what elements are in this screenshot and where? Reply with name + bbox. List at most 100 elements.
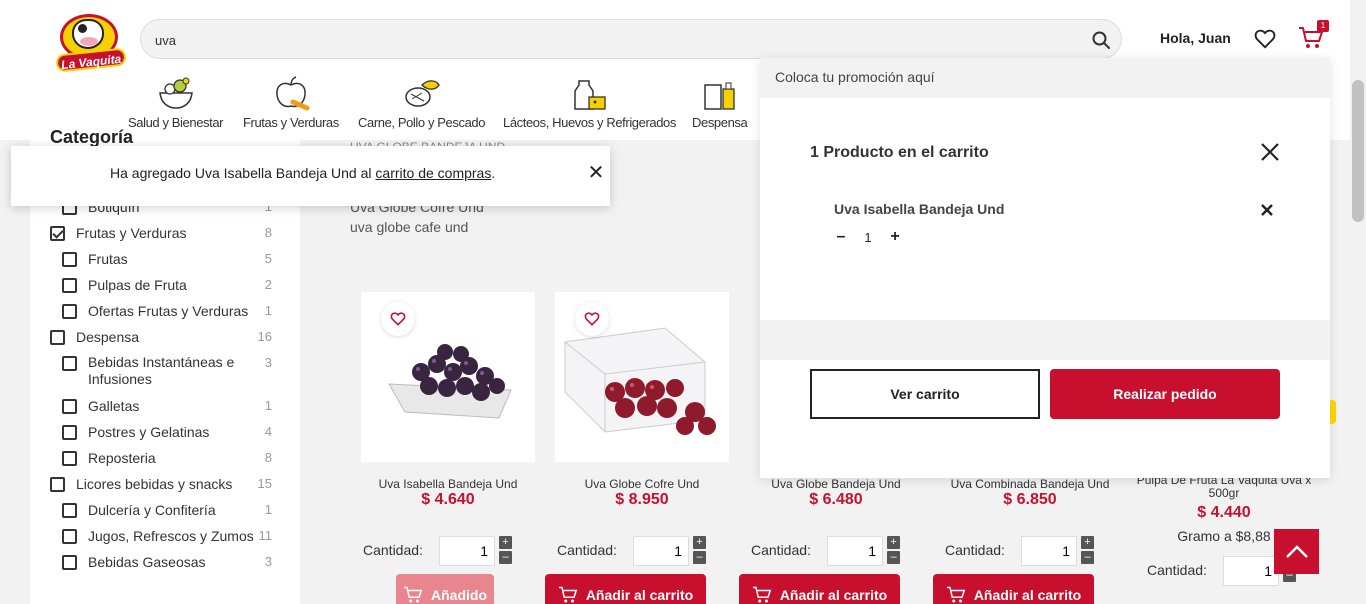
filter-row[interactable]: Galletas 1	[30, 397, 300, 419]
filter-checkbox[interactable]	[62, 425, 77, 440]
filter-checkbox[interactable]	[62, 252, 77, 267]
quantity-input[interactable]	[634, 537, 688, 565]
add-to-cart-button[interactable]: Añadir al carrito	[933, 574, 1094, 604]
filter-row[interactable]: Despensa 16	[30, 328, 300, 350]
cart-link[interactable]: carrito de compras	[375, 165, 491, 181]
view-cart-button[interactable]: Ver carrito	[810, 369, 1040, 419]
filter-checkbox[interactable]	[62, 529, 77, 544]
increment-button[interactable]: +	[887, 536, 900, 549]
filter-label[interactable]: Jugos, Refrescos y Zumos	[88, 527, 254, 545]
favorite-button[interactable]	[381, 302, 415, 336]
add-to-cart-button[interactable]: Añadir al carrito	[545, 574, 706, 604]
added-button[interactable]: Añadido	[396, 574, 494, 604]
toast-text-end: .	[491, 165, 496, 181]
product-name[interactable]: Uva Combinada Bandeja Und	[933, 478, 1127, 491]
quantity-field	[1021, 536, 1077, 566]
quantity-input[interactable]	[828, 537, 882, 565]
filter-label[interactable]: Frutas	[88, 250, 128, 268]
quantity-input[interactable]	[440, 537, 494, 565]
search-icon[interactable]	[1091, 30, 1111, 50]
filter-checkbox[interactable]	[62, 555, 77, 570]
category-meat[interactable]: Carne, Pollo y Pescado	[358, 75, 485, 130]
filter-label[interactable]: Ofertas Frutas y Verduras	[88, 302, 248, 320]
filter-checkbox[interactable]	[62, 451, 77, 466]
button-label: Añadir al carrito	[585, 587, 694, 603]
decrement-button[interactable]: –	[693, 551, 706, 564]
cart-icon	[946, 586, 966, 603]
filter-checkbox[interactable]	[62, 356, 77, 371]
filter-label[interactable]: Pulpas de Fruta	[88, 276, 187, 294]
search-input[interactable]	[155, 30, 1055, 50]
scroll-to-top-button[interactable]	[1274, 529, 1319, 574]
add-to-cart-button[interactable]: Añadir al carrito	[739, 574, 900, 604]
filter-label[interactable]: Bebidas Gaseosas	[88, 553, 206, 571]
product-image[interactable]	[361, 292, 535, 462]
filter-checkbox[interactable]	[62, 503, 77, 518]
product-name[interactable]: Uva Globe Cofre Und	[545, 478, 739, 491]
filter-row[interactable]: Licores bebidas y snacks 15	[30, 475, 300, 497]
increment-button[interactable]: +	[693, 536, 706, 549]
remove-item-icon[interactable]	[1259, 202, 1275, 218]
filter-row[interactable]: Frutas 5	[30, 250, 300, 272]
increment-button[interactable]: +	[888, 228, 902, 246]
filter-row[interactable]: Postres y Gelatinas 4	[30, 423, 300, 445]
filter-row[interactable]: Jugos, Refrescos y Zumos 11	[30, 527, 300, 549]
quantity-input[interactable]	[1022, 537, 1076, 565]
category-pantry[interactable]: Despensa	[692, 75, 748, 130]
filter-row[interactable]: Frutas y Verduras 8	[30, 224, 300, 246]
decrement-button[interactable]: –	[834, 228, 848, 246]
filter-count: 3	[264, 355, 272, 370]
close-icon[interactable]: ✕	[585, 162, 607, 184]
close-icon[interactable]	[1258, 140, 1282, 164]
product-image[interactable]	[555, 292, 729, 462]
filter-label[interactable]: Reposteria	[88, 449, 156, 467]
filter-checkbox[interactable]	[62, 278, 77, 293]
filter-label[interactable]: Licores bebidas y snacks	[76, 475, 232, 493]
toast-text: Ha agregado Uva Isabella Bandeja Und al	[110, 165, 376, 181]
decrement-button[interactable]: –	[887, 551, 900, 564]
filter-label[interactable]: Postres y Gelatinas	[88, 423, 209, 441]
product-name[interactable]: Uva Globe Bandeja Und	[739, 478, 933, 491]
side-tab[interactable]	[1330, 400, 1336, 424]
cow-icon	[72, 19, 104, 49]
filter-label[interactable]: Galletas	[88, 397, 139, 415]
quantity-label: Cantidad:	[1147, 562, 1207, 578]
category-dairy[interactable]: Lácteos, Huevos y Refrigerados	[503, 75, 676, 130]
mini-cart-title: 1 Producto en el carrito	[810, 144, 989, 161]
filter-label[interactable]: Despensa	[76, 328, 139, 346]
filter-checkbox[interactable]	[62, 304, 77, 319]
promo-banner: Coloca tu promoción aquí	[760, 58, 1330, 98]
filter-row[interactable]: Bebidas Instantáneas e Infusiones 3	[30, 354, 300, 387]
filter-row[interactable]: Ofertas Frutas y Verduras 1	[30, 302, 300, 324]
filter-checkbox[interactable]	[50, 477, 65, 492]
favorite-button[interactable]	[575, 302, 609, 336]
decrement-button[interactable]: –	[499, 551, 512, 564]
filter-row[interactable]: Dulcería y Confitería 1	[30, 501, 300, 523]
category-health[interactable]: Salud y Bienestar	[128, 75, 223, 130]
heart-icon[interactable]	[1254, 29, 1276, 49]
filter-row[interactable]: Pulpas de Fruta 2	[30, 276, 300, 298]
filter-label[interactable]: Frutas y Verduras	[76, 224, 187, 242]
search-bar	[140, 19, 1122, 59]
search-suggestion[interactable]: uva globe cafe und	[350, 219, 468, 235]
quantity-value: 1	[864, 229, 872, 245]
filter-label[interactable]: Bebidas Instantáneas e Infusiones	[88, 354, 238, 388]
category-fruits[interactable]: Frutas y Verduras	[243, 75, 339, 130]
filter-row[interactable]: Reposteria 8	[30, 449, 300, 471]
increment-button[interactable]: +	[499, 536, 512, 549]
cart-item-name[interactable]: Uva Isabella Bandeja Und	[834, 201, 1004, 217]
filter-checkbox[interactable]	[62, 399, 77, 414]
user-greeting[interactable]: Hola, Juan	[1160, 30, 1231, 46]
checkout-button[interactable]: Realizar pedido	[1050, 369, 1280, 419]
quantity-input[interactable]	[1224, 557, 1278, 585]
logo[interactable]: La Vaquita	[26, 7, 127, 73]
increment-button[interactable]: +	[1081, 536, 1094, 549]
filter-label[interactable]: Dulcería y Confitería	[88, 501, 216, 519]
filter-row[interactable]: Bebidas Gaseosas 3	[30, 553, 300, 575]
page-scrollbar[interactable]	[1350, 0, 1366, 604]
scrollbar-thumb[interactable]	[1352, 80, 1364, 222]
product-name[interactable]: Uva Isabella Bandeja Und	[351, 478, 545, 491]
filter-checkbox[interactable]	[50, 226, 65, 241]
decrement-button[interactable]: –	[1081, 551, 1094, 564]
filter-checkbox[interactable]	[50, 330, 65, 345]
